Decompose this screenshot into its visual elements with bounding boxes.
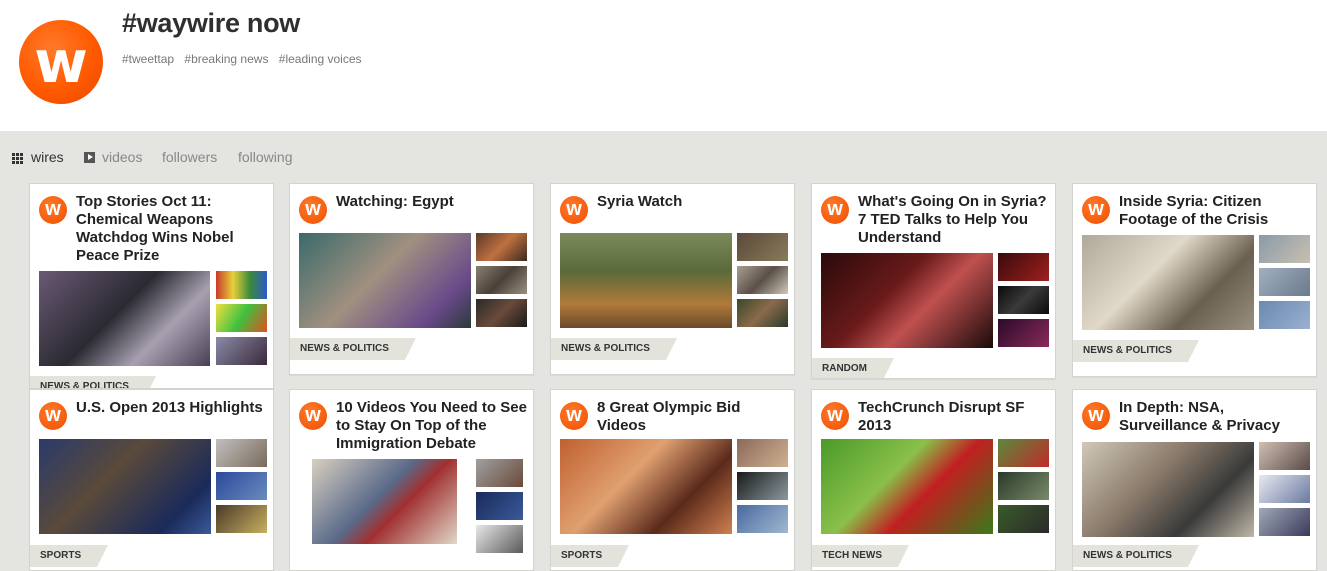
wire-title[interactable]: Syria Watch — [597, 193, 789, 211]
video-thumbnail[interactable] — [1082, 235, 1254, 330]
waywire-icon — [299, 196, 327, 224]
video-thumbnail[interactable] — [476, 266, 527, 294]
video-thumbnail[interactable] — [560, 233, 732, 328]
video-thumbnail[interactable] — [476, 492, 523, 520]
waywire-icon — [299, 402, 327, 430]
video-thumbnail[interactable] — [1259, 475, 1310, 503]
category-badge: NEWS & POLITICS — [1073, 545, 1199, 567]
video-thumbnail[interactable] — [312, 459, 457, 544]
video-thumbnail[interactable] — [1259, 268, 1310, 296]
wire-title[interactable]: U.S. Open 2013 Highlights — [76, 399, 268, 417]
video-thumbnail[interactable] — [737, 505, 788, 533]
video-thumbnail[interactable] — [216, 304, 267, 332]
wire-title[interactable]: In Depth: NSA, Surveillance & Privacy — [1119, 399, 1311, 435]
wire-card[interactable]: U.S. Open 2013 Highlights SPORTS — [29, 389, 274, 571]
tag-link[interactable]: #breaking news — [184, 52, 268, 66]
wire-title[interactable]: What's Going On in Syria? 7 TED Talks to… — [858, 193, 1050, 247]
tab-following[interactable]: following — [238, 149, 292, 165]
video-thumbnail[interactable] — [1259, 508, 1310, 536]
wire-title[interactable]: Inside Syria: Citizen Footage of the Cri… — [1119, 193, 1311, 229]
video-thumbnail[interactable] — [39, 439, 211, 534]
wire-card[interactable]: Syria Watch NEWS & POLITICS — [550, 183, 795, 375]
wire-title[interactable]: 8 Great Olympic Bid Videos — [597, 399, 789, 435]
video-thumbnail[interactable] — [737, 266, 788, 294]
video-thumbnail[interactable] — [216, 505, 267, 533]
video-thumbnail[interactable] — [821, 253, 993, 348]
video-thumbnail[interactable] — [39, 271, 210, 366]
waywire-icon — [1082, 196, 1110, 224]
waywire-icon — [821, 402, 849, 430]
wire-card[interactable]: 10 Videos You Need to See to Stay On Top… — [289, 389, 534, 571]
video-thumbnail[interactable] — [216, 439, 267, 467]
video-thumbnail[interactable] — [737, 233, 788, 261]
video-thumbnail[interactable] — [216, 271, 267, 299]
wire-title[interactable]: 10 Videos You Need to See to Stay On Top… — [336, 399, 528, 453]
waywire-icon — [1082, 402, 1110, 430]
video-thumbnail[interactable] — [560, 439, 732, 534]
video-thumbnail[interactable] — [737, 299, 788, 327]
video-thumbnail[interactable] — [737, 472, 788, 500]
wire-card[interactable]: 8 Great Olympic Bid Videos SPORTS — [550, 389, 795, 571]
video-thumbnail[interactable] — [476, 459, 523, 487]
tag-link[interactable]: #leading voices — [279, 52, 362, 66]
wire-card[interactable]: Inside Syria: Citizen Footage of the Cri… — [1072, 183, 1317, 377]
video-thumbnail[interactable] — [216, 337, 267, 365]
video-thumbnail[interactable] — [476, 233, 527, 261]
video-thumbnail[interactable] — [998, 253, 1049, 281]
video-thumbnail[interactable] — [998, 439, 1049, 467]
wire-title[interactable]: Top Stories Oct 11: Chemical Weapons Wat… — [76, 193, 268, 265]
wire-title[interactable]: TechCrunch Disrupt SF 2013 — [858, 399, 1050, 435]
wire-card[interactable]: Watching: Egypt NEWS & POLITICS — [289, 183, 534, 375]
play-icon — [84, 152, 95, 163]
video-thumbnail[interactable] — [1259, 442, 1310, 470]
video-thumbnail[interactable] — [476, 299, 527, 327]
video-thumbnail[interactable] — [1259, 301, 1310, 329]
category-badge: NEWS & POLITICS — [551, 338, 677, 360]
video-thumbnail[interactable] — [216, 472, 267, 500]
waywire-icon — [39, 402, 67, 430]
video-thumbnail[interactable] — [1082, 442, 1254, 537]
tag-list: #tweettap #breaking news #leading voices — [122, 52, 369, 66]
category-badge: NEWS & POLITICS — [290, 338, 416, 360]
profile-header: w #waywire now #tweettap #breaking news … — [0, 0, 1327, 131]
wire-card[interactable]: TechCrunch Disrupt SF 2013 TECH NEWS — [811, 389, 1056, 571]
wire-card[interactable]: In Depth: NSA, Surveillance & Privacy NE… — [1072, 389, 1317, 571]
video-thumbnail[interactable] — [476, 525, 523, 553]
video-thumbnail[interactable] — [737, 439, 788, 467]
grid-icon — [12, 153, 23, 164]
wire-title[interactable]: Watching: Egypt — [336, 193, 528, 211]
video-thumbnail[interactable] — [998, 319, 1049, 347]
video-thumbnail[interactable] — [998, 472, 1049, 500]
wire-card[interactable]: Top Stories Oct 11: Chemical Weapons Wat… — [29, 183, 274, 389]
waywire-icon — [39, 196, 67, 224]
category-badge: SPORTS — [30, 545, 109, 567]
category-badge: RANDOM — [812, 358, 894, 378]
video-thumbnail[interactable] — [998, 505, 1049, 533]
waywire-icon — [821, 196, 849, 224]
category-badge: SPORTS — [551, 545, 630, 567]
category-badge: TECH NEWS — [812, 545, 909, 567]
page-title: #waywire now — [122, 8, 300, 38]
category-badge: NEWS & POLITICS — [30, 376, 156, 388]
video-thumbnail[interactable] — [998, 286, 1049, 314]
video-thumbnail[interactable] — [821, 439, 993, 534]
wire-card[interactable]: What's Going On in Syria? 7 TED Talks to… — [811, 183, 1056, 379]
video-thumbnail[interactable] — [1259, 235, 1310, 263]
waywire-logo: w — [19, 20, 103, 104]
tab-wires[interactable]: wires — [31, 149, 64, 165]
waywire-icon — [560, 196, 588, 224]
tag-link[interactable]: #tweettap — [122, 52, 174, 66]
waywire-icon — [560, 402, 588, 430]
category-badge: NEWS & POLITICS — [1073, 340, 1199, 362]
tab-videos[interactable]: videos — [102, 149, 142, 165]
tab-followers[interactable]: followers — [162, 149, 217, 165]
video-thumbnail[interactable] — [299, 233, 471, 328]
